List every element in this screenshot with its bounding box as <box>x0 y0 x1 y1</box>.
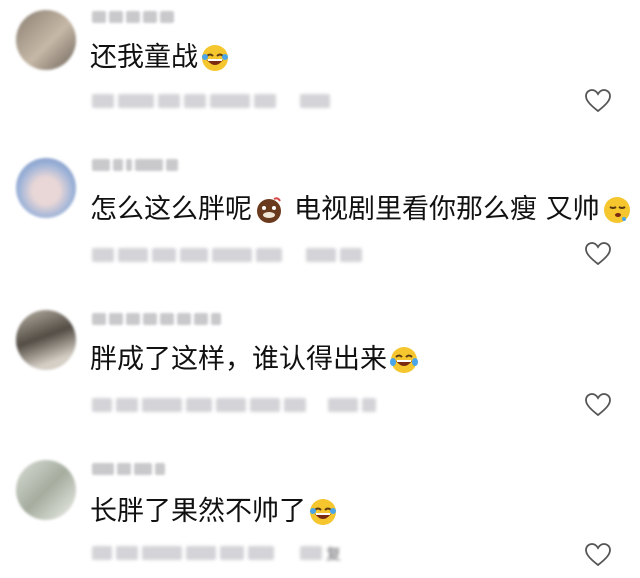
heart-like-icon[interactable] <box>584 88 612 114</box>
rolling-on-floor-laughing-emoji <box>310 499 336 525</box>
comment-text-content: 胖成了这样，谁认得出来 <box>90 344 387 375</box>
username-blurred[interactable] <box>92 10 174 24</box>
comment-text: 还我童战 <box>90 42 232 74</box>
username-blurred[interactable] <box>92 158 178 172</box>
heart-like-icon[interactable] <box>584 542 612 568</box>
comment-text: 怎么这么胖呢 电视剧里看你那么瘦 又帅 <box>90 194 634 226</box>
comment-text: 胖成了这样，谁认得出来 <box>90 344 421 376</box>
heart-like-icon[interactable] <box>584 241 612 267</box>
username-blurred[interactable] <box>92 312 221 326</box>
avatar[interactable] <box>16 460 76 520</box>
heart-like-icon[interactable] <box>584 392 612 418</box>
comment-text: 长胖了果然不帅了 <box>90 496 340 528</box>
comment-meta-blurred: 复 <box>92 543 341 564</box>
reply-label[interactable]: 复 <box>326 543 341 564</box>
pig-face-emoji <box>257 197 281 223</box>
rolling-on-floor-laughing-emoji <box>202 45 228 71</box>
comment-text-content: 还我童战 <box>90 42 198 73</box>
tears-of-joy-emoji <box>390 347 418 373</box>
comment-text-part1: 怎么这么胖呢 <box>90 194 252 225</box>
drooling-face-emoji <box>603 197 630 223</box>
comment-meta-blurred <box>92 92 340 110</box>
username-blurred[interactable] <box>92 462 165 476</box>
avatar[interactable] <box>16 310 76 370</box>
comment-text-content: 长胖了果然不帅了 <box>90 496 306 527</box>
comment-meta-blurred <box>92 246 362 264</box>
comment-meta-blurred <box>92 396 376 414</box>
comment-text-part2: 电视剧里看你那么瘦 又帅 <box>294 194 600 225</box>
avatar[interactable] <box>16 158 76 218</box>
avatar[interactable] <box>16 10 76 70</box>
